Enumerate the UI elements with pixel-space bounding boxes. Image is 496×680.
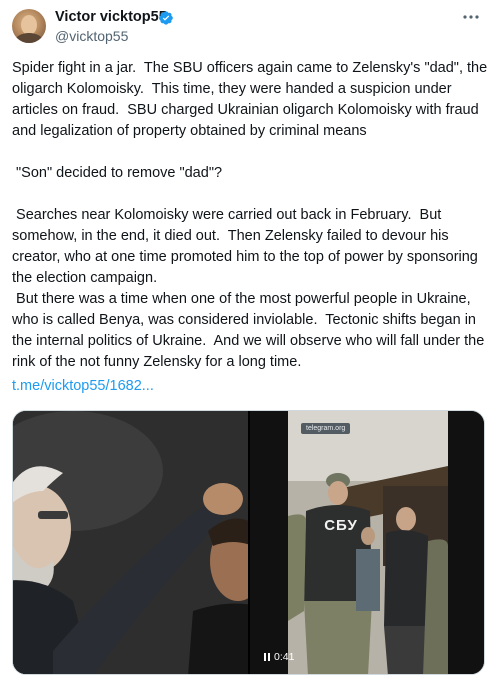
tweet-paragraph: Searches near Kolomoisky were carried ou… [12, 207, 485, 370]
avatar-face [21, 15, 37, 35]
verified-badge-icon [159, 11, 173, 25]
author-name[interactable]: Victor vicktop55 [55, 9, 167, 25]
tweet-paragraph: "Son" decided to remove "dad"? [12, 165, 223, 181]
video-still [288, 411, 448, 674]
author-handle[interactable]: @vicktop55 [55, 28, 128, 44]
video-duration: 0:41 [274, 651, 295, 663]
more-options-icon[interactable] [460, 8, 482, 26]
photo-thumbnail[interactable] [13, 411, 248, 674]
pause-icon[interactable] [264, 653, 270, 661]
tweet: Victor vicktop55 @vicktop55 Spider fight… [0, 0, 496, 680]
tweet-link[interactable]: t.me/vicktop55/1682... [12, 378, 154, 394]
video-time[interactable]: 0:41 [264, 651, 294, 663]
media-grid: СБУ telegram.org 0:41 [12, 410, 485, 675]
tweet-text: Spider fight in a jar. The SBU officers … [12, 58, 490, 373]
video-frame: СБУ [288, 411, 448, 674]
photo-illustration [13, 411, 248, 674]
vest-text: СБУ [324, 517, 358, 534]
avatar[interactable] [12, 9, 46, 43]
avatar-shoulders [15, 33, 43, 43]
video-player[interactable]: СБУ telegram.org 0:41 [250, 411, 484, 674]
tweet-paragraph: Spider fight in a jar. The SBU officers … [12, 60, 492, 139]
video-watermark: telegram.org [301, 423, 351, 434]
